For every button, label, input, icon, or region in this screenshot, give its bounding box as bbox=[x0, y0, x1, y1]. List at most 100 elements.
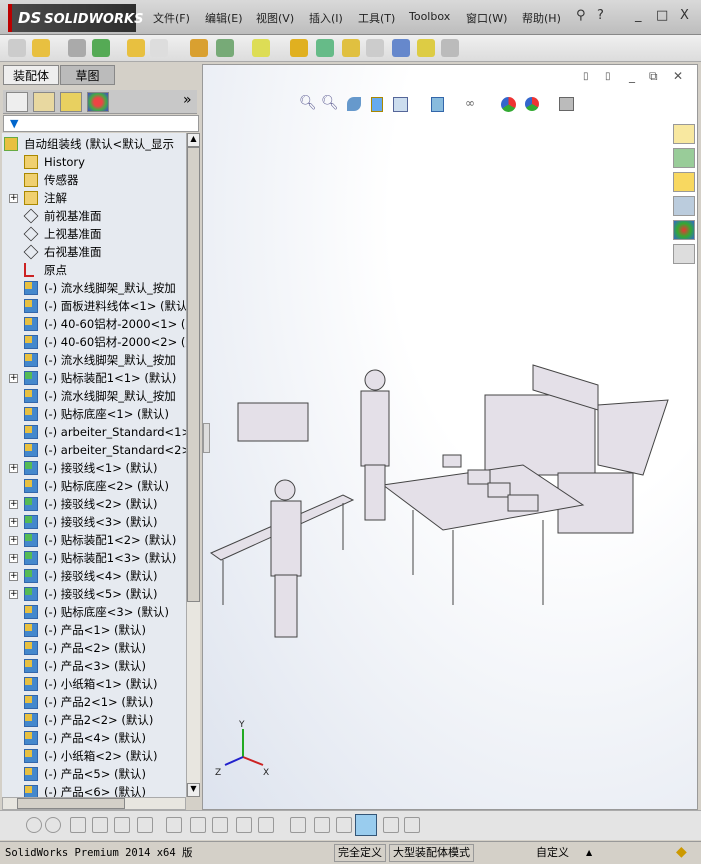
tree-item[interactable]: + (-) 贴标装配1<1> (默认) bbox=[2, 369, 186, 387]
apply-scene-icon[interactable] bbox=[525, 97, 539, 111]
pin-icon[interactable]: ⚲ bbox=[576, 8, 586, 23]
graphics-viewport[interactable]: 🔍︎ 🔍︎ ∞ ▯ ▯ _ ⧉ ✕ Y X Z bbox=[202, 64, 698, 810]
tree-item[interactable]: History bbox=[2, 153, 186, 171]
tree-item[interactable]: + (-) 贴标装配1<3> (默认) bbox=[2, 549, 186, 567]
interference-detection-icon[interactable] bbox=[392, 39, 410, 57]
expand-icon[interactable]: + bbox=[9, 518, 18, 527]
fillet-tool-icon[interactable] bbox=[166, 817, 182, 833]
tree-item[interactable]: (-) 流水线脚架_默认_按加 bbox=[2, 351, 186, 369]
solidworks-logo[interactable]: DS SOLIDWORKS bbox=[8, 4, 143, 32]
smart-fastener-icon[interactable] bbox=[127, 39, 145, 57]
tree-item[interactable]: + (-) 接驳线<2> (默认) bbox=[2, 495, 186, 513]
scroll-up-button[interactable]: ▲ bbox=[187, 133, 200, 147]
view-two-tool-icon[interactable] bbox=[404, 817, 420, 833]
tree-root[interactable]: 自动组装线 (默认<默认_显示 bbox=[2, 135, 186, 153]
tree-item[interactable]: (-) 产品<1> (默认) bbox=[2, 621, 186, 639]
display-style-icon[interactable] bbox=[431, 97, 444, 112]
new-motion-study-icon[interactable] bbox=[290, 39, 308, 57]
file-explorer-icon[interactable] bbox=[673, 172, 695, 192]
expand-icon[interactable]: + bbox=[9, 536, 18, 545]
tile-vertical-icon[interactable]: ▯ bbox=[605, 71, 611, 82]
custom-properties-icon[interactable] bbox=[673, 244, 695, 264]
offset-tool-icon[interactable] bbox=[212, 817, 228, 833]
tree-item[interactable]: + (-) 接驳线<5> (默认) bbox=[2, 585, 186, 603]
tree-item[interactable]: (-) 贴标底座<1> (默认) bbox=[2, 405, 186, 423]
tree-item[interactable]: (-) 40-60铝材-2000<1> (默 bbox=[2, 315, 186, 333]
view-palette-icon[interactable] bbox=[673, 196, 695, 216]
point-tool-icon[interactable] bbox=[26, 817, 42, 833]
tree-item[interactable]: + 注解 bbox=[2, 189, 186, 207]
tree-item[interactable]: (-) 流水线脚架_默认_按加 bbox=[2, 387, 186, 405]
scroll-down-button[interactable]: ▼ bbox=[187, 783, 200, 797]
viewport-minimize-icon[interactable]: _ bbox=[629, 69, 635, 83]
tree-item[interactable]: (-) arbeiter_Standard<1> bbox=[2, 423, 186, 441]
mate-icon[interactable] bbox=[68, 39, 86, 57]
viewport-restore-icon[interactable]: ⧉ bbox=[649, 69, 658, 84]
insert-component-icon[interactable] bbox=[32, 39, 50, 57]
trim-tool-icon[interactable] bbox=[114, 817, 130, 833]
units-selector[interactable]: 自定义 bbox=[536, 843, 569, 863]
tree-item[interactable]: (-) 小纸箱<1> (默认) bbox=[2, 675, 186, 693]
assembly-features-icon[interactable] bbox=[216, 39, 234, 57]
view-3d-icon[interactable] bbox=[355, 814, 377, 836]
edit-appearance-icon[interactable] bbox=[501, 97, 516, 112]
tree-item[interactable]: (-) 贴标底座<3> (默认) bbox=[2, 603, 186, 621]
feature-manager-tab-icon[interactable] bbox=[6, 92, 28, 112]
spline-tool-icon[interactable] bbox=[258, 817, 274, 833]
tree-item[interactable]: (-) 小纸箱<2> (默认) bbox=[2, 747, 186, 765]
viewport-close-icon[interactable]: ✕ bbox=[673, 69, 683, 83]
tree-item[interactable]: (-) 40-60铝材-2000<2> (默 bbox=[2, 333, 186, 351]
view-single-tool-icon[interactable] bbox=[383, 817, 399, 833]
filter-input[interactable]: ▼ bbox=[3, 115, 199, 132]
hide-show-items-icon[interactable]: ∞ bbox=[465, 96, 475, 110]
tree-item[interactable]: (-) arbeiter_Standard<2> bbox=[2, 441, 186, 459]
scroll-thumb[interactable] bbox=[187, 147, 200, 602]
tree-item[interactable]: 右视基准面 bbox=[2, 243, 186, 261]
explode-line-icon[interactable] bbox=[366, 39, 384, 57]
tree-item[interactable]: + (-) 贴标装配1<2> (默认) bbox=[2, 531, 186, 549]
bill-of-materials-icon[interactable] bbox=[316, 39, 334, 57]
menu-toolbox[interactable]: Toolbox bbox=[409, 10, 450, 23]
corner-tool-icon[interactable] bbox=[236, 817, 252, 833]
tree-item[interactable]: (-) 贴标底座<2> (默认) bbox=[2, 477, 186, 495]
expand-icon[interactable]: + bbox=[9, 374, 18, 383]
view-settings-icon[interactable] bbox=[559, 97, 574, 111]
tree-vertical-scrollbar[interactable]: ▲ ▼ bbox=[186, 133, 200, 797]
menu-view[interactable]: 视图(V) bbox=[256, 10, 294, 26]
circle-tool-icon[interactable] bbox=[45, 817, 61, 833]
tree-item[interactable]: + (-) 接驳线<4> (默认) bbox=[2, 567, 186, 585]
menu-edit[interactable]: 编辑(E) bbox=[205, 10, 243, 26]
units-arrow[interactable]: ▲ bbox=[586, 843, 592, 863]
zoom-to-area-icon[interactable]: 🔍︎ bbox=[321, 95, 339, 111]
show-hidden-icon[interactable] bbox=[190, 39, 208, 57]
more-tabs-button[interactable]: » bbox=[183, 92, 192, 108]
polygon-tool-icon[interactable] bbox=[92, 817, 108, 833]
tree-horizontal-scrollbar[interactable] bbox=[2, 797, 186, 810]
chamfer-tool-icon[interactable] bbox=[190, 817, 206, 833]
property-manager-tab-icon[interactable] bbox=[33, 92, 55, 112]
tree-item[interactable]: 前视基准面 bbox=[2, 207, 186, 225]
display-manager-tab-icon[interactable] bbox=[87, 92, 109, 112]
appearances-icon[interactable] bbox=[673, 220, 695, 240]
hscroll-thumb[interactable] bbox=[17, 798, 125, 809]
previous-view-icon[interactable] bbox=[347, 97, 361, 111]
solidworks-resources-icon[interactable] bbox=[673, 124, 695, 144]
close-button[interactable]: X bbox=[680, 8, 689, 23]
tag-icon[interactable]: ◆ bbox=[676, 842, 687, 862]
design-library-icon[interactable] bbox=[673, 148, 695, 168]
restore-button[interactable]: □ bbox=[656, 8, 668, 23]
dimension-tool-icon[interactable] bbox=[290, 817, 306, 833]
menu-window[interactable]: 窗口(W) bbox=[466, 10, 507, 26]
view-orientation-icon[interactable] bbox=[393, 97, 408, 112]
instant3d-icon[interactable] bbox=[441, 39, 459, 57]
tree-item[interactable]: + (-) 接驳线<3> (默认) bbox=[2, 513, 186, 531]
tab-assembly[interactable]: 装配体 bbox=[3, 65, 59, 85]
new-component-icon[interactable] bbox=[8, 39, 26, 57]
clearance-verification-icon[interactable] bbox=[417, 39, 435, 57]
tree-item[interactable]: (-) 流水线脚架_默认_按加 bbox=[2, 279, 186, 297]
help-button[interactable]: ? bbox=[597, 8, 604, 23]
tree-item[interactable]: (-) 产品<4> (默认) bbox=[2, 729, 186, 747]
expand-icon[interactable]: + bbox=[9, 464, 18, 473]
menu-file[interactable]: 文件(F) bbox=[153, 10, 190, 26]
assembly-model[interactable] bbox=[203, 355, 673, 655]
